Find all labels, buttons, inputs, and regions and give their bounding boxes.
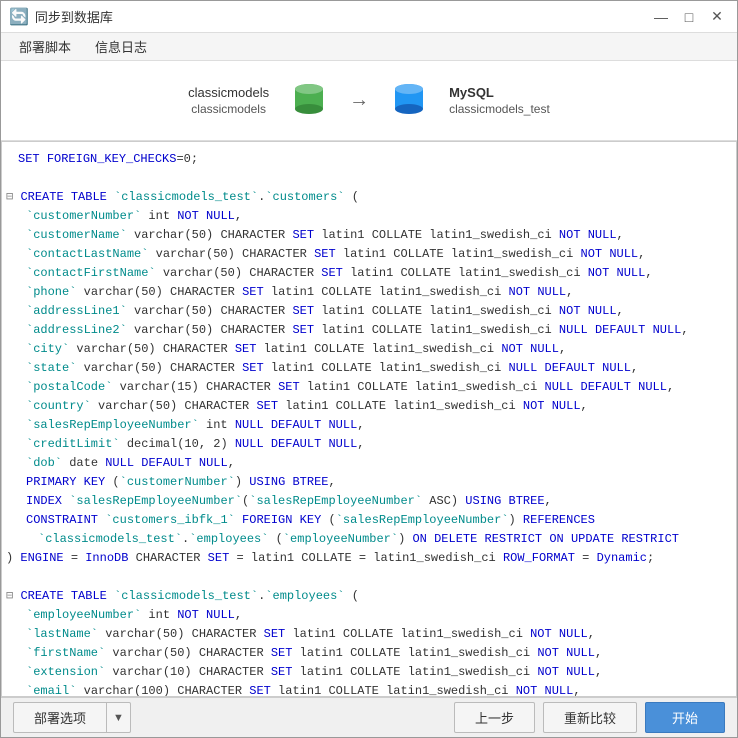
code-line-blank [2, 568, 736, 587]
window-icon: 🔄 [9, 7, 29, 27]
minimize-button[interactable]: — [649, 5, 673, 29]
code-line: `addressLine1` varchar(50) CHARACTER SET… [2, 302, 736, 321]
title-bar: 🔄 同步到数据库 — □ ✕ [1, 1, 737, 33]
code-line: CONSTRAINT `customers_ibfk_1` FOREIGN KE… [2, 511, 736, 530]
code-line: `contactLastName` varchar(50) CHARACTER … [2, 245, 736, 264]
window-title: 同步到数据库 [35, 7, 113, 26]
code-line: `state` varchar(50) CHARACTER SET latin1… [2, 359, 736, 378]
code-line: `city` varchar(50) CHARACTER SET latin1 … [2, 340, 736, 359]
title-bar-left: 🔄 同步到数据库 [9, 7, 113, 27]
code-line-blank [2, 169, 736, 188]
maximize-button[interactable]: □ [677, 5, 701, 29]
collapse-icon[interactable]: ⊟ [6, 190, 20, 204]
footer-right: 上一步 重新比较 开始 [454, 702, 725, 733]
source-db-name1: classicmodels [188, 85, 269, 100]
code-line: `classicmodels_test`.`employees` (`emplo… [2, 530, 736, 549]
code-line: `employeeNumber` int NOT NULL, [2, 606, 736, 625]
code-line: ⊟ CREATE TABLE `classicmodels_test`.`emp… [2, 587, 736, 606]
target-db-icon [393, 81, 425, 120]
code-line: `postalCode` varchar(15) CHARACTER SET l… [2, 378, 736, 397]
close-button[interactable]: ✕ [705, 5, 729, 29]
code-line: `extension` varchar(10) CHARACTER SET la… [2, 663, 736, 682]
back-button[interactable]: 上一步 [454, 702, 535, 733]
deploy-options-button[interactable]: 部署选项 [13, 702, 107, 733]
code-line: `email` varchar(100) CHARACTER SET latin… [2, 682, 736, 697]
menu-bar: 部署脚本 信息日志 [1, 33, 737, 61]
menu-item-info-log[interactable]: 信息日志 [85, 33, 157, 60]
title-controls: — □ ✕ [649, 5, 729, 29]
source-db-name2: classicmodels [191, 102, 266, 116]
source-db-info: classicmodels classicmodels [188, 85, 269, 116]
code-line: `addressLine2` varchar(50) CHARACTER SET… [2, 321, 736, 340]
code-line: `dob` date NULL DEFAULT NULL, [2, 454, 736, 473]
code-line: PRIMARY KEY (`customerNumber`) USING BTR… [2, 473, 736, 492]
menu-item-deploy-script[interactable]: 部署脚本 [9, 33, 81, 60]
target-db-type: MySQL [449, 85, 494, 100]
code-line: `lastName` varchar(50) CHARACTER SET lat… [2, 625, 736, 644]
code-line: `customerName` varchar(50) CHARACTER SET… [2, 226, 736, 245]
code-line: `salesRepEmployeeNumber` int NULL DEFAUL… [2, 416, 736, 435]
code-line: `country` varchar(50) CHARACTER SET lati… [2, 397, 736, 416]
target-db-info: MySQL classicmodels_test [449, 85, 550, 116]
source-db-icon [293, 81, 325, 120]
code-area[interactable]: SET FOREIGN_KEY_CHECKS=0; ⊟ CREATE TABLE… [1, 141, 737, 697]
deploy-options-dropdown[interactable]: ▼ [107, 702, 131, 733]
code-line: `creditLimit` decimal(10, 2) NULL DEFAUL… [2, 435, 736, 454]
deploy-options-group: 部署选项 ▼ [13, 702, 131, 733]
footer: 部署选项 ▼ 上一步 重新比较 开始 [1, 697, 737, 737]
sync-arrow: → [349, 89, 369, 112]
main-window: 🔄 同步到数据库 — □ ✕ 部署脚本 信息日志 classicmodels c… [0, 0, 738, 738]
start-button[interactable]: 开始 [645, 702, 725, 733]
code-line: `firstName` varchar(50) CHARACTER SET la… [2, 644, 736, 663]
code-line: ) ENGINE = InnoDB CHARACTER SET = latin1… [2, 549, 736, 568]
target-db-name: classicmodels_test [449, 102, 550, 116]
sync-header: classicmodels classicmodels → MySQL cl [1, 61, 737, 141]
collapse-icon[interactable]: ⊟ [6, 589, 20, 603]
code-line: `customerNumber` int NOT NULL, [2, 207, 736, 226]
code-line: ⊟ CREATE TABLE `classicmodels_test`.`cus… [2, 188, 736, 207]
code-line: `contactFirstName` varchar(50) CHARACTER… [2, 264, 736, 283]
code-line: INDEX `salesRepEmployeeNumber`(`salesRep… [2, 492, 736, 511]
recompare-button[interactable]: 重新比较 [543, 702, 637, 733]
code-line: `phone` varchar(50) CHARACTER SET latin1… [2, 283, 736, 302]
code-line: SET FOREIGN_KEY_CHECKS=0; [2, 150, 736, 169]
